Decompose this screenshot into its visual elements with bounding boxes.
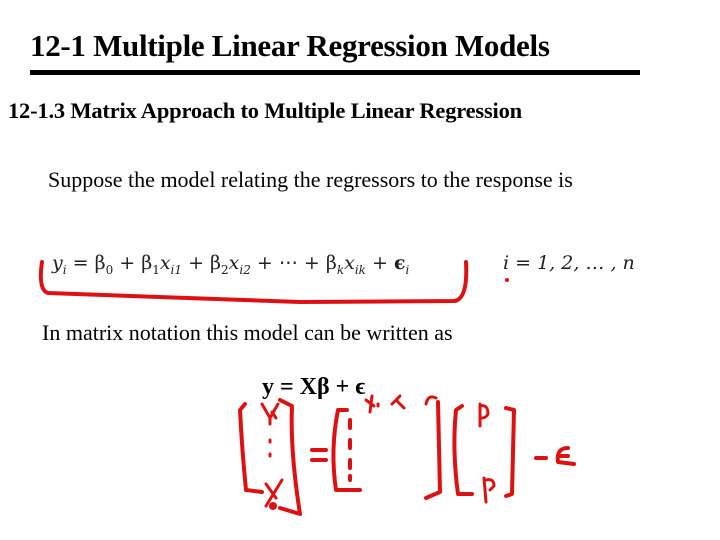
ink-x-matrix-right xyxy=(424,400,442,500)
ink-x-matrix-left xyxy=(331,408,362,492)
handwritten-annotations xyxy=(38,260,576,516)
ink-yn-dot xyxy=(269,502,277,510)
ink-beta0-label xyxy=(478,402,490,428)
ink-dot xyxy=(505,278,509,282)
ink-equation-bracket xyxy=(38,260,469,304)
ink-epsilon xyxy=(555,446,576,466)
ink-x-extra-label xyxy=(424,395,438,406)
ink-x2-label xyxy=(390,394,406,410)
ink-y1-label xyxy=(260,402,280,426)
ink-betak-label xyxy=(482,476,496,504)
ink-x1-label xyxy=(364,394,380,414)
ink-equals xyxy=(310,448,328,462)
ink-yn-label xyxy=(264,478,284,508)
ink-beta-bracket-left xyxy=(452,404,474,496)
ink-beta-bracket-right xyxy=(504,406,516,498)
